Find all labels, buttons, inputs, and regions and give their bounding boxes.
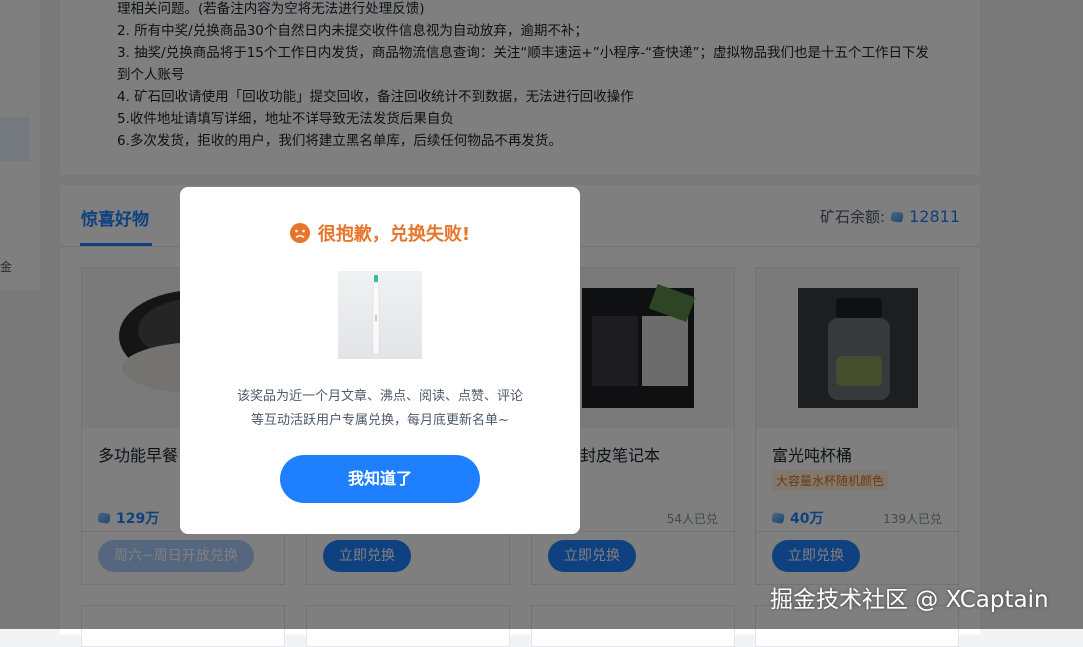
- dialog-title-text: 很抱歉，兑换失败!: [317, 224, 471, 245]
- dialog-desc-line-1: 该奖品为近一个月文章、沸点、阅读、点赞、评论: [236, 389, 523, 404]
- watermark: 掘金技术社区 @ XCaptain: [770, 587, 1049, 613]
- sad-face-icon: [289, 223, 310, 243]
- acknowledge-button[interactable]: 我知道了: [280, 455, 480, 503]
- exchange-failed-dialog: 很抱歉，兑换失败! 该奖品为近一个月文章、沸点、阅读、点赞、评论 等互动活跃用户…: [180, 187, 580, 534]
- dialog-title: 很抱歉，兑换失败!: [180, 220, 580, 246]
- toothbrush-icon: [372, 275, 380, 355]
- toothbrush-image: [338, 271, 422, 359]
- dialog-desc-line-2: 等互动活跃用户专属兑换，每月底更新名单~: [251, 413, 509, 428]
